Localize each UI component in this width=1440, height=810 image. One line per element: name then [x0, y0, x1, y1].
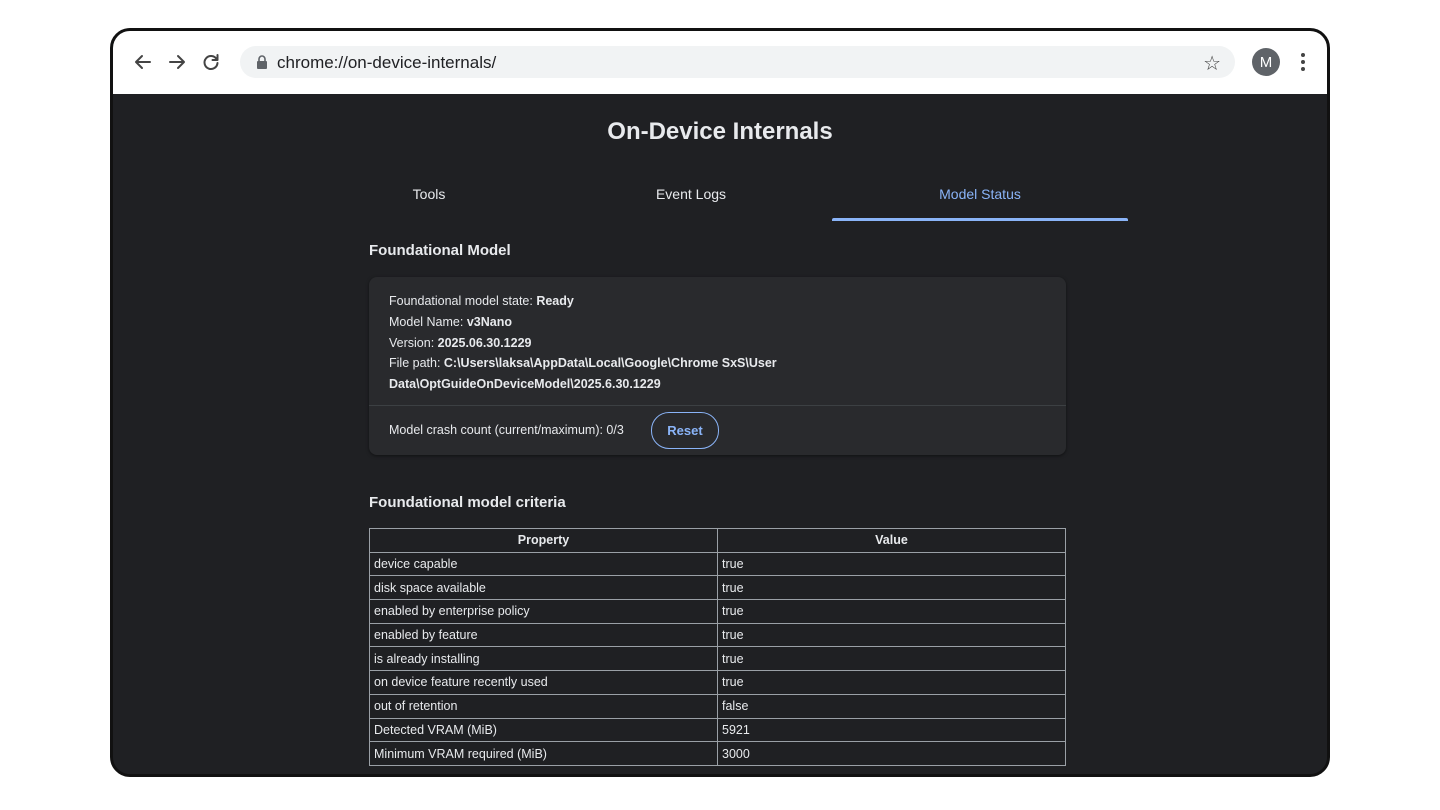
reload-icon[interactable]: [198, 49, 224, 75]
model-name-line: Model Name: v3Nano: [389, 312, 777, 333]
forward-arrow-icon[interactable]: [164, 49, 190, 75]
table-row: on device feature recently used true: [369, 670, 1066, 695]
browser-window: chrome://on-device-internals/ ☆ M On-Dev…: [110, 28, 1330, 777]
model-info: Foundational model state: Ready Model Na…: [389, 291, 777, 395]
more-vert-icon[interactable]: [1299, 51, 1307, 73]
property-cell: enabled by enterprise policy: [369, 599, 718, 624]
browser-toolbar: chrome://on-device-internals/ ☆ M: [113, 31, 1327, 94]
model-state-value: Ready: [536, 294, 574, 308]
property-cell: Detected VRAM (MiB): [369, 717, 718, 743]
property-cell: device capable: [369, 551, 718, 577]
lock-icon: [257, 55, 267, 69]
model-name-label: Model Name:: [389, 314, 467, 329]
page-title: On-Device Internals: [607, 118, 833, 145]
model-version-value: 2025.06.30.1229: [437, 335, 532, 350]
tab-event-logs[interactable]: Event Logs: [543, 186, 839, 202]
star-icon[interactable]: ☆: [1203, 51, 1221, 76]
value-cell: true: [717, 575, 1066, 601]
back-arrow-icon[interactable]: [130, 49, 156, 75]
file-path-value-2: Data\OptGuideOnDeviceModel\2025.6.30.122…: [389, 377, 661, 392]
property-cell: Minimum VRAM required (MiB): [369, 741, 718, 766]
model-state-line: Foundational model state: Ready: [389, 291, 777, 312]
tab-tools[interactable]: Tools: [281, 186, 577, 202]
table-row: enabled by feature true: [369, 622, 1066, 648]
table-row: device capable true: [369, 551, 1066, 577]
foundational-model-heading: Foundational Model: [369, 242, 511, 259]
tab-model-status[interactable]: Model Status: [832, 186, 1128, 202]
value-cell: true: [717, 599, 1066, 624]
value-cell: 5921: [717, 717, 1066, 743]
url-text[interactable]: chrome://on-device-internals/: [277, 53, 496, 73]
file-path-line: File path: C:\Users\laksa\AppData\Local\…: [389, 353, 777, 374]
model-name-value: v3Nano: [466, 314, 512, 329]
column-header-property: Property: [369, 528, 718, 553]
table-row: Detected VRAM (MiB) 5921: [369, 717, 1066, 743]
file-path-value-1: C:\Users\laksa\AppData\Local\Google\Chro…: [443, 356, 777, 371]
table-row: is already installing true: [369, 646, 1066, 672]
value-cell: 3000: [717, 741, 1066, 766]
table-row: disk space available true: [369, 575, 1066, 601]
model-version-line: Version: 2025.06.30.1229: [389, 333, 777, 354]
table-header-row: Property Value: [369, 528, 1066, 553]
value-cell: true: [717, 551, 1066, 577]
divider: [369, 405, 1066, 406]
table-row: out of retention false: [369, 693, 1066, 719]
reset-button[interactable]: Reset: [651, 412, 719, 449]
property-cell: disk space available: [369, 575, 718, 601]
value-cell: true: [717, 646, 1066, 672]
property-cell: enabled by feature: [369, 622, 718, 648]
avatar[interactable]: M: [1252, 48, 1280, 76]
file-path-line-2: Data\OptGuideOnDeviceModel\2025.6.30.122…: [389, 374, 777, 395]
file-path-label: File path:: [389, 356, 444, 371]
model-version-label: Version:: [389, 335, 438, 350]
table-row: enabled by enterprise policy true: [369, 599, 1066, 624]
page-content: On-Device Internals Tools Event Logs Mod…: [113, 94, 1327, 774]
model-info-card: Foundational model state: Ready Model Na…: [369, 277, 1066, 455]
value-cell: false: [717, 693, 1066, 719]
model-state-label: Foundational model state:: [389, 294, 537, 308]
crash-count-text: Model crash count (current/maximum): 0/3: [389, 423, 624, 437]
active-tab-indicator: [832, 218, 1128, 221]
address-bar[interactable]: chrome://on-device-internals/ ☆: [240, 46, 1235, 78]
table-row: Minimum VRAM required (MiB) 3000: [369, 741, 1066, 766]
value-cell: true: [717, 622, 1066, 648]
property-cell: on device feature recently used: [369, 670, 718, 695]
criteria-heading: Foundational model criteria: [369, 494, 566, 511]
property-cell: out of retention: [369, 693, 718, 719]
value-cell: true: [717, 670, 1066, 695]
property-cell: is already installing: [369, 646, 718, 672]
column-header-value: Value: [717, 528, 1066, 553]
criteria-table: Property Value device capable true disk …: [369, 528, 1066, 766]
